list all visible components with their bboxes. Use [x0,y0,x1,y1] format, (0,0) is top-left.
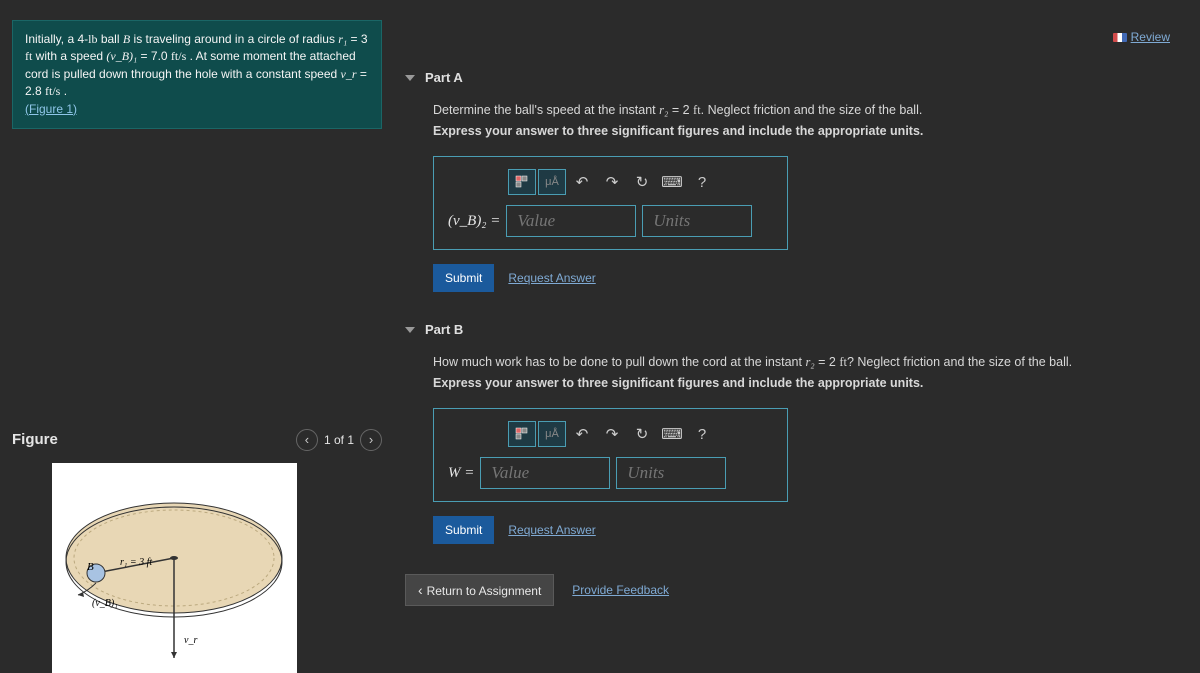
undo-button[interactable]: ↶ [568,421,596,447]
part-a-value-input[interactable] [506,205,636,237]
redo-button[interactable]: ↷ [598,169,626,195]
txt: is traveling around in a circle of radiu… [130,32,338,46]
help-button[interactable]: ? [688,169,716,195]
part-b-units-input[interactable] [616,457,726,489]
part-a-question: Determine the ball's speed at the instan… [433,103,1185,118]
templates-button[interactable] [508,169,536,195]
part-a-header[interactable]: Part A [405,70,1185,85]
txt: Initially, a 4- [25,32,88,46]
figure-next-button[interactable]: › [360,429,382,451]
reset-button[interactable]: ↻ [628,169,656,195]
figure-prev-button[interactable]: ‹ [296,429,318,451]
collapse-icon [405,75,415,81]
provide-feedback-link[interactable]: Provide Feedback [572,583,669,597]
part-a-var-label: (v_B)₂ = [448,213,500,230]
figure-link[interactable]: (Figure 1) [25,102,77,116]
part-b-request-answer-link[interactable]: Request Answer [508,523,595,537]
part-a-answer-box: μÅ ↶ ↷ ↻ ⌨ ? (v_B)₂ = [433,156,788,250]
symbols-button[interactable]: μÅ [538,421,566,447]
keyboard-button[interactable]: ⌨ [658,421,686,447]
part-b-instruction: Express your answer to three significant… [433,376,1185,390]
review-link[interactable]: Review [1113,30,1170,44]
part-b-submit-button[interactable]: Submit [433,516,494,544]
part-a-submit-button[interactable]: Submit [433,264,494,292]
keyboard-button[interactable]: ⌨ [658,169,686,195]
symbols-button[interactable]: μÅ [538,169,566,195]
part-a-instruction: Express your answer to three significant… [433,124,1185,138]
part-a-request-answer-link[interactable]: Request Answer [508,271,595,285]
figure-counter: 1 of 1 [324,433,354,447]
part-b-value-input[interactable] [480,457,610,489]
txt: v_r [341,67,357,81]
txt: = 3 [347,32,367,46]
reset-button[interactable]: ↻ [628,421,656,447]
txt: = 7.0 [137,49,171,63]
part-a-units-input[interactable] [642,205,752,237]
part-b-title: Part B [425,322,463,337]
txt: (v_B)₁ [106,49,137,63]
txt: ball [97,32,122,46]
part-a-title: Part A [425,70,463,85]
figure-title: Figure [12,431,58,448]
figure-image: B r₁ = 3 ft (v_B)₁ v_r [52,463,297,673]
txt: ft/s [45,84,60,98]
templates-button[interactable] [508,421,536,447]
txt: . [60,84,67,98]
svg-text:B: B [87,561,94,573]
txt: r₁ [338,32,347,46]
svg-text:r₁ = 3 ft: r₁ = 3 ft [120,557,152,568]
part-b-answer-box: μÅ ↶ ↷ ↻ ⌨ ? W = [433,408,788,502]
svg-text:v_r: v_r [184,635,197,646]
redo-button[interactable]: ↷ [598,421,626,447]
txt: with a speed [32,49,106,63]
part-b-header[interactable]: Part B [405,322,1185,337]
help-button[interactable]: ? [688,421,716,447]
problem-statement: Initially, a 4-lb ball B is traveling ar… [12,20,382,129]
return-to-assignment-button[interactable]: Return to Assignment [405,574,554,606]
part-b-question: How much work has to be done to pull dow… [433,355,1185,370]
undo-button[interactable]: ↶ [568,169,596,195]
txt: ft/s [171,49,186,63]
svg-text:(v_B)₁: (v_B)₁ [92,598,118,609]
part-b-var-label: W = [448,465,474,482]
collapse-icon [405,327,415,333]
